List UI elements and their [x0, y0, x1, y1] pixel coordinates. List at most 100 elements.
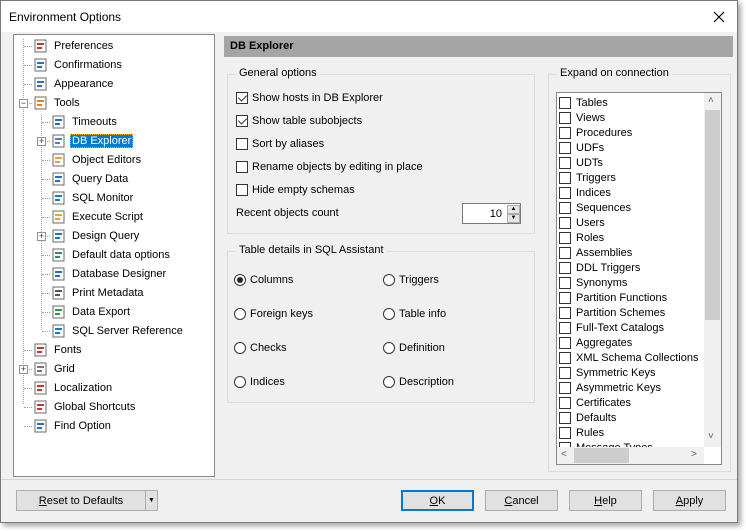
- tree-item-appearance[interactable]: Appearance: [33, 75, 115, 93]
- tree-item-data-export[interactable]: Data Export: [51, 303, 132, 321]
- spin-down-button[interactable]: ▼: [507, 214, 520, 223]
- tree-item-timeouts[interactable]: Timeouts: [51, 113, 119, 131]
- checkbox-unchecked-icon[interactable]: [559, 156, 571, 169]
- scroll-right-icon[interactable]: >: [691, 449, 697, 460]
- radio-unselected-icon[interactable]: [234, 342, 246, 354]
- tree-item-tools[interactable]: Tools: [33, 94, 82, 112]
- checkbox-unchecked-icon[interactable]: [559, 306, 571, 319]
- tree-item-localization[interactable]: Localization: [33, 379, 114, 397]
- scroll-down-icon[interactable]: ˅: [708, 431, 714, 442]
- expand-item-views[interactable]: Views: [559, 110, 605, 125]
- tree-item-default-data-options[interactable]: Default data options: [51, 246, 172, 264]
- expand-item-users[interactable]: Users: [559, 215, 605, 230]
- expand-item-synonyms[interactable]: Synonyms: [559, 275, 627, 290]
- radio-table-info[interactable]: Table info: [383, 308, 446, 320]
- tree-item-find-option[interactable]: Find Option: [33, 417, 113, 435]
- radio-definition[interactable]: Definition: [383, 342, 445, 354]
- radio-indices[interactable]: Indices: [234, 376, 285, 388]
- checkbox-unchecked-icon[interactable]: [559, 186, 571, 199]
- checkbox-unchecked-icon[interactable]: [559, 351, 571, 364]
- horizontal-scroll-thumb[interactable]: [574, 448, 629, 463]
- expand-item-symmetric-keys[interactable]: Symmetric Keys: [559, 365, 655, 380]
- radio-triggers[interactable]: Triggers: [383, 274, 439, 286]
- scroll-left-icon[interactable]: <: [561, 449, 567, 460]
- radio-unselected-icon[interactable]: [234, 376, 246, 388]
- tree-item-confirmations[interactable]: Confirmations: [33, 56, 124, 74]
- tree-item-execute-script[interactable]: Execute Script: [51, 208, 145, 226]
- scroll-up-icon[interactable]: ˄: [708, 95, 714, 106]
- checkbox-unchecked-icon[interactable]: [559, 246, 571, 259]
- checkbox-checked-icon[interactable]: [236, 92, 248, 104]
- vertical-scroll-thumb[interactable]: [705, 110, 720, 320]
- collapse-icon[interactable]: −: [19, 99, 28, 108]
- expand-item-procedures[interactable]: Procedures: [559, 125, 632, 140]
- checkbox-unchecked-icon[interactable]: [559, 381, 571, 394]
- checkbox-unchecked-icon[interactable]: [559, 111, 571, 124]
- radio-foreign-keys[interactable]: Foreign keys: [234, 308, 313, 320]
- expand-item-xml-schema-collections[interactable]: XML Schema Collections: [559, 350, 698, 365]
- checkbox-unchecked-icon[interactable]: [559, 126, 571, 139]
- tree-item-preferences[interactable]: Preferences: [33, 37, 115, 55]
- expand-item-triggers[interactable]: Triggers: [559, 170, 616, 185]
- checkbox-checked-icon[interactable]: [236, 115, 248, 127]
- checkbox-show-table-subobjects[interactable]: Show table subobjects: [236, 115, 362, 127]
- expand-item-udts[interactable]: UDTs: [559, 155, 603, 170]
- reset-dropdown-button[interactable]: ▼: [145, 490, 158, 511]
- checkbox-unchecked-icon[interactable]: [559, 201, 571, 214]
- radio-unselected-icon[interactable]: [383, 342, 395, 354]
- expand-item-asymmetric-keys[interactable]: Asymmetric Keys: [559, 380, 661, 395]
- radio-unselected-icon[interactable]: [234, 308, 246, 320]
- checkbox-unchecked-icon[interactable]: [559, 171, 571, 184]
- checkbox-unchecked-icon[interactable]: [559, 321, 571, 334]
- radio-unselected-icon[interactable]: [383, 376, 395, 388]
- expand-icon[interactable]: +: [37, 137, 46, 146]
- checkbox-unchecked-icon[interactable]: [559, 396, 571, 409]
- tree-item-db-explorer[interactable]: DB Explorer: [51, 132, 134, 150]
- tree-item-print-metadata[interactable]: Print Metadata: [51, 284, 146, 302]
- expand-item-aggregates[interactable]: Aggregates: [559, 335, 632, 350]
- tree-item-query-data[interactable]: Query Data: [51, 170, 130, 188]
- checkbox-unchecked-icon[interactable]: [236, 161, 248, 173]
- expand-item-roles[interactable]: Roles: [559, 230, 604, 245]
- radio-selected-icon[interactable]: [234, 274, 246, 286]
- expand-item-defaults[interactable]: Defaults: [559, 410, 616, 425]
- ok-button[interactable]: OK: [401, 490, 474, 511]
- radio-description[interactable]: Description: [383, 376, 454, 388]
- expand-item-indices[interactable]: Indices: [559, 185, 611, 200]
- expand-item-rules[interactable]: Rules: [559, 425, 604, 440]
- expand-item-certificates[interactable]: Certificates: [559, 395, 631, 410]
- expand-item-full-text-catalogs[interactable]: Full-Text Catalogs: [559, 320, 664, 335]
- tree-item-design-query[interactable]: Design Query: [51, 227, 141, 245]
- checkbox-unchecked-icon[interactable]: [559, 411, 571, 424]
- expand-item-sequences[interactable]: Sequences: [559, 200, 631, 215]
- spin-up-button[interactable]: ▲: [507, 205, 520, 214]
- vertical-scrollbar[interactable]: ˄ ˅: [704, 93, 721, 447]
- checkbox-unchecked-icon[interactable]: [559, 261, 571, 274]
- expand-on-connection-list[interactable]: Tables Views Procedures UDFs UDTs Triggers Ind…: [556, 92, 722, 465]
- checkbox-show-hosts-in-db-explorer[interactable]: Show hosts in DB Explorer: [236, 92, 383, 104]
- tree-item-database-designer[interactable]: Database Designer: [51, 265, 168, 283]
- recent-objects-count-spinner[interactable]: ▲ ▼: [462, 203, 521, 224]
- radio-checks[interactable]: Checks: [234, 342, 287, 354]
- reset-to-defaults-button[interactable]: Reset to Defaults: [16, 490, 146, 511]
- tree-item-object-editors[interactable]: Object Editors: [51, 151, 143, 169]
- checkbox-unchecked-icon[interactable]: [559, 291, 571, 304]
- close-button[interactable]: [705, 5, 733, 29]
- tree-item-sql-monitor[interactable]: SQL Monitor: [51, 189, 135, 207]
- expand-icon[interactable]: +: [37, 232, 46, 241]
- horizontal-scrollbar[interactable]: < >: [557, 447, 704, 464]
- expand-item-partition-schemes[interactable]: Partition Schemes: [559, 305, 665, 320]
- expand-item-ddl-triggers[interactable]: DDL Triggers: [559, 260, 640, 275]
- checkbox-unchecked-icon[interactable]: [559, 141, 571, 154]
- checkbox-unchecked-icon[interactable]: [559, 366, 571, 379]
- apply-button[interactable]: Apply: [653, 490, 726, 511]
- checkbox-unchecked-icon[interactable]: [559, 426, 571, 439]
- checkbox-unchecked-icon[interactable]: [559, 96, 571, 109]
- checkbox-sort-by-aliases[interactable]: Sort by aliases: [236, 138, 324, 150]
- tree-item-fonts[interactable]: Fonts: [33, 341, 84, 359]
- tree-item-grid[interactable]: Grid: [33, 360, 77, 378]
- expand-icon[interactable]: +: [19, 365, 28, 374]
- radio-unselected-icon[interactable]: [383, 308, 395, 320]
- expand-item-udfs[interactable]: UDFs: [559, 140, 604, 155]
- options-tree[interactable]: Preferences Confirmations Appearance − Tools…: [13, 34, 215, 477]
